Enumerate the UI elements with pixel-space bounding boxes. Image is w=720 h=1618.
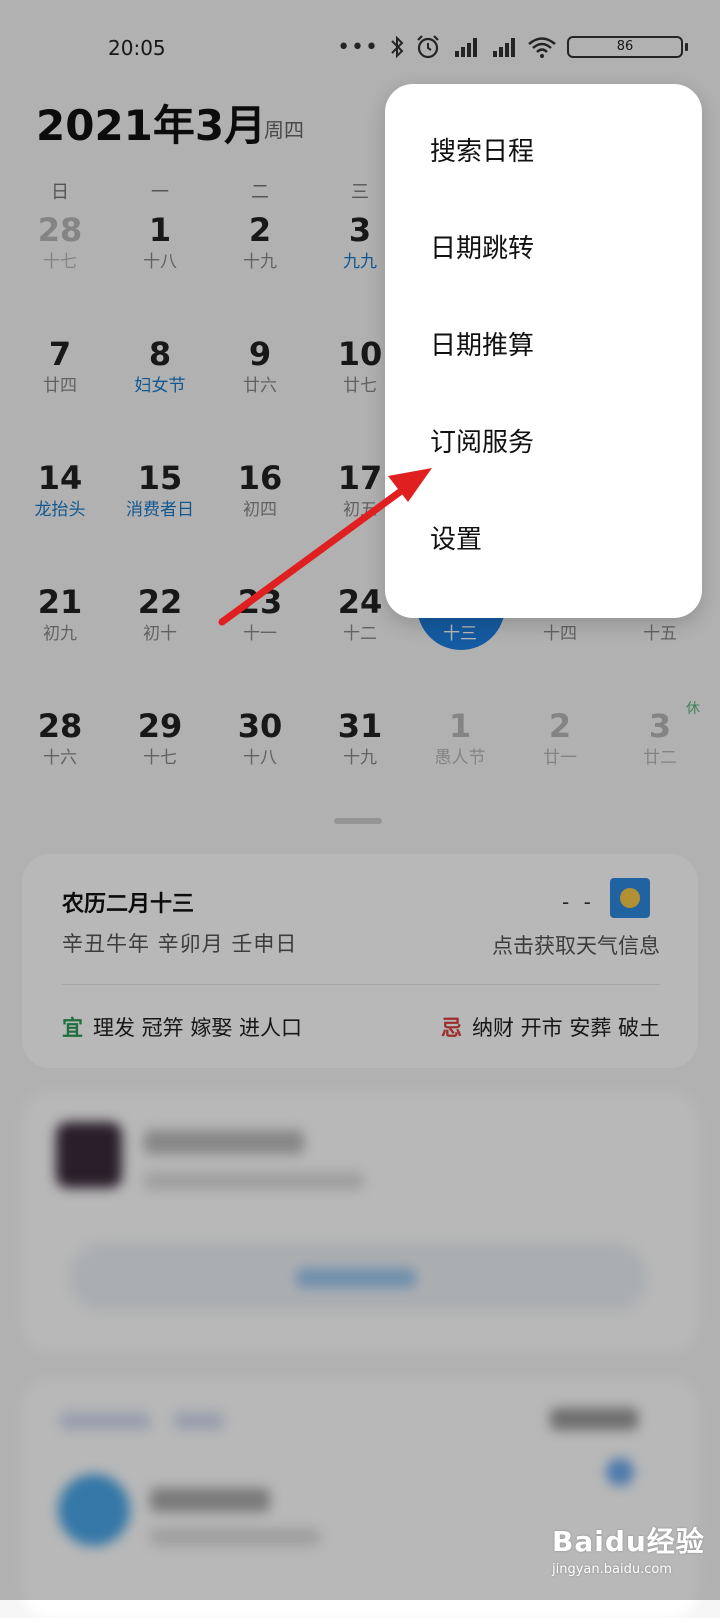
baidu-watermark: Baidu经验 jingyan.baidu.com: [552, 1520, 705, 1577]
watermark-url: jingyan.baidu.com: [552, 1562, 672, 1577]
calendar-screen: 20:05 ••• 86 2021年3月 周四 日 一 二 三 四 五 六 28…: [0, 0, 720, 1618]
annotation-arrow: [218, 468, 432, 626]
baidu-logo: Baidu经验: [552, 1525, 705, 1558]
